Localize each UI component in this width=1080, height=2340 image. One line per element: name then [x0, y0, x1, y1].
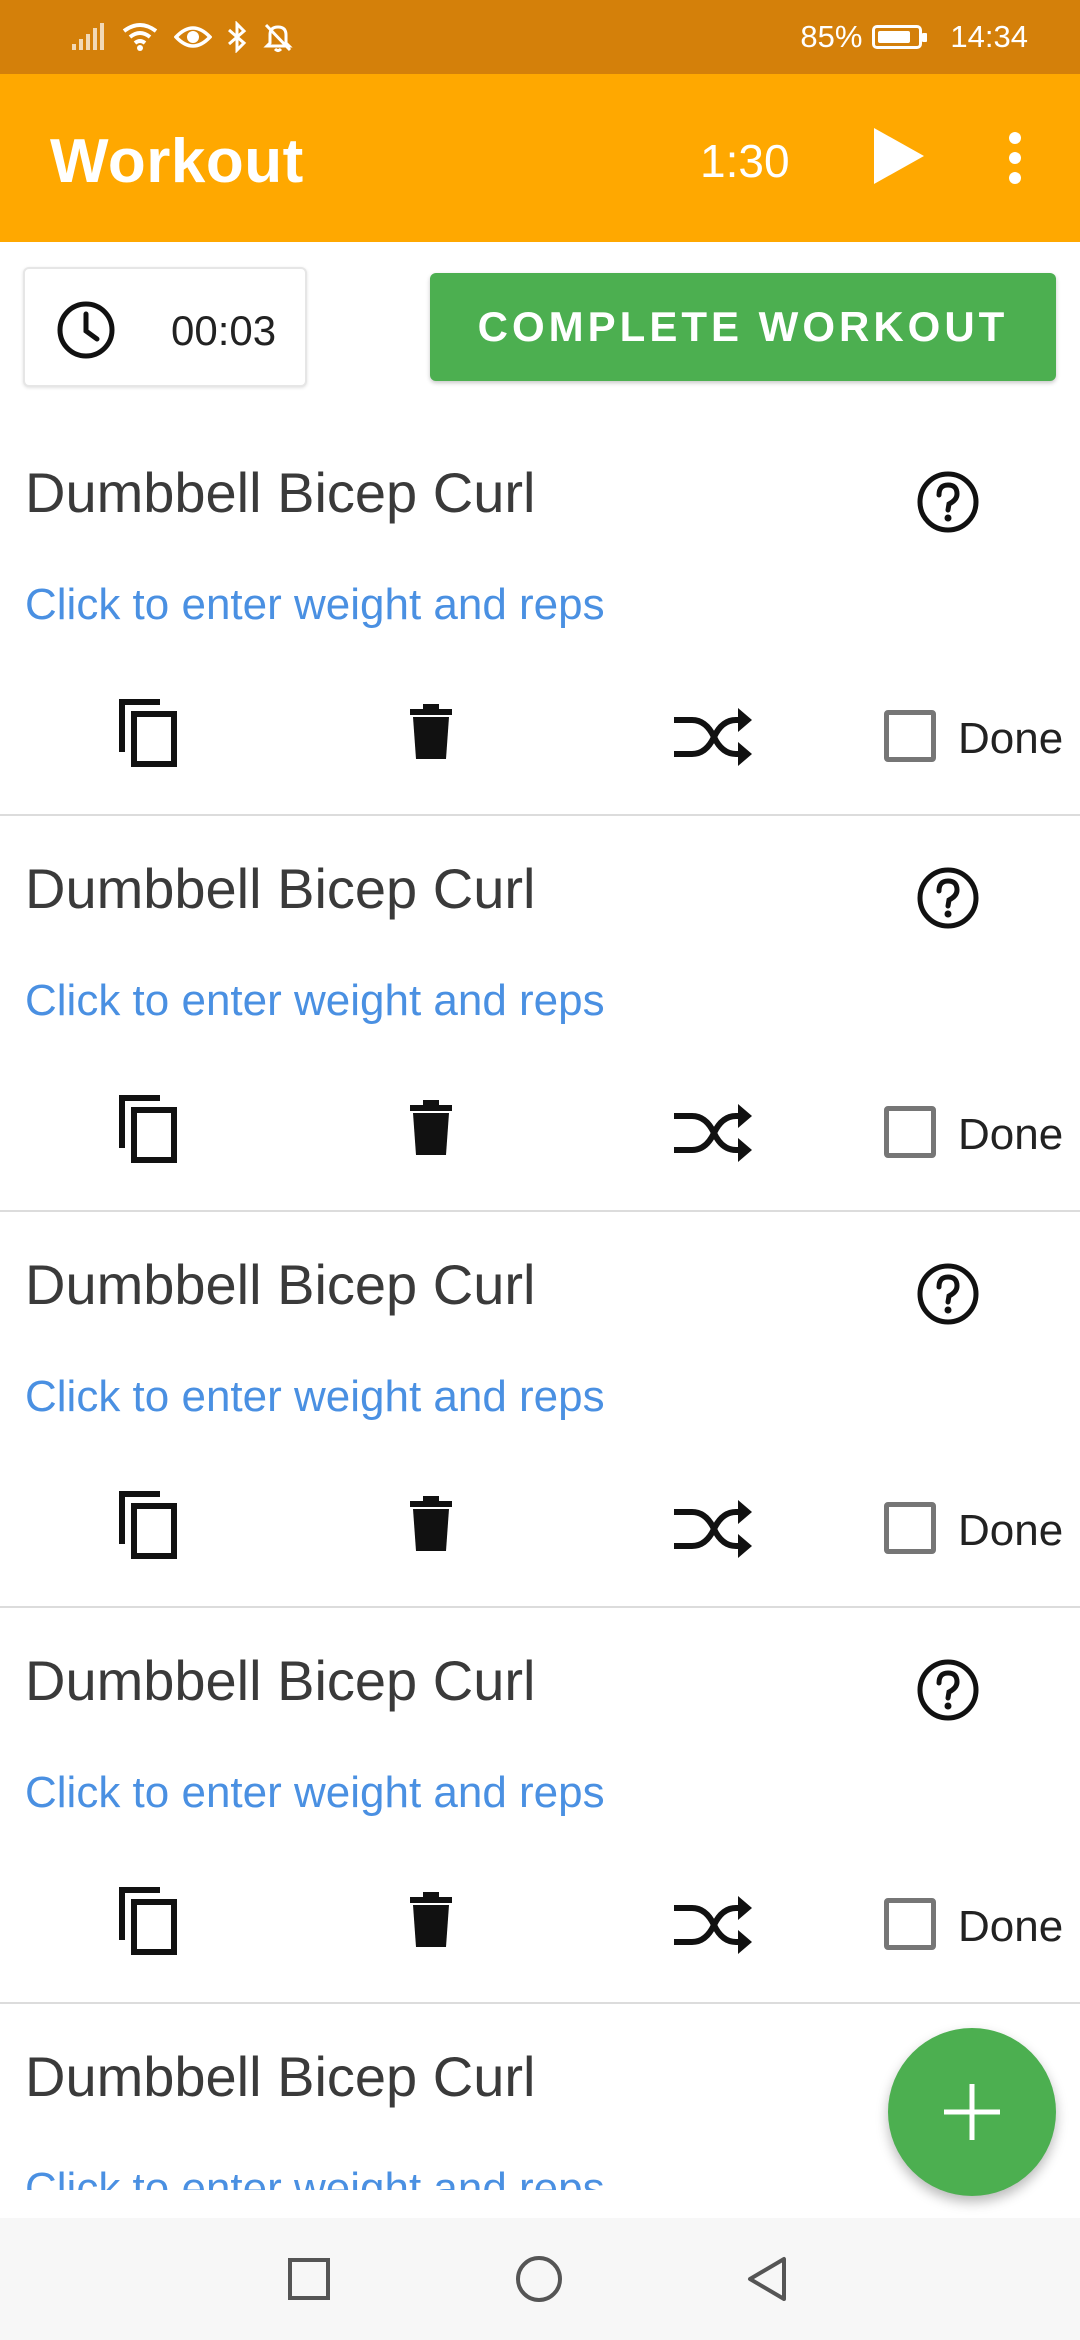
- bluetooth-icon: [228, 21, 247, 53]
- shuffle-icon[interactable]: [672, 706, 754, 768]
- add-icon: [944, 2084, 1000, 2140]
- delete-icon[interactable]: [408, 703, 454, 761]
- app-bar: Workout 1:30: [0, 74, 1080, 242]
- exercise-name[interactable]: Dumbbell Bicep Curl: [25, 1252, 535, 1317]
- exercise-name[interactable]: Dumbbell Bicep Curl: [25, 856, 535, 921]
- bell-off-icon: [263, 23, 293, 52]
- enter-weight-reps-link[interactable]: Click to enter weight and reps: [25, 2164, 605, 2190]
- shuffle-icon[interactable]: [672, 1498, 754, 1560]
- shuffle-icon[interactable]: [672, 1894, 754, 1956]
- more-vert-icon[interactable]: [1000, 130, 1030, 186]
- delete-icon[interactable]: [408, 1891, 454, 1949]
- rest-timer-value[interactable]: 1:30: [700, 134, 790, 188]
- complete-workout-button[interactable]: COMPLETE WORKOUT: [430, 273, 1056, 381]
- status-time: 14:34: [950, 19, 1028, 54]
- help-icon[interactable]: [916, 1658, 980, 1722]
- workout-screen: 85% 14:34 Workout 1:30 00:03 COMPLETE WO…: [0, 0, 1080, 2340]
- copy-icon[interactable]: [118, 1094, 180, 1164]
- home-circle-icon[interactable]: [506, 2246, 572, 2312]
- exercise-name[interactable]: Dumbbell Bicep Curl: [25, 2044, 535, 2109]
- done-label[interactable]: Done: [958, 1902, 1063, 1952]
- stopwatch-chip[interactable]: 00:03: [23, 267, 307, 387]
- recents-square-icon[interactable]: [276, 2246, 342, 2312]
- exercise-card[interactable]: Dumbbell Bicep Curl Click to enter weigh…: [0, 1212, 1080, 1608]
- enter-weight-reps-link[interactable]: Click to enter weight and reps: [25, 976, 605, 1026]
- done-checkbox[interactable]: [884, 1898, 936, 1950]
- copy-icon[interactable]: [118, 1886, 180, 1956]
- help-icon[interactable]: [916, 1262, 980, 1326]
- system-nav-bar: [0, 2218, 1080, 2340]
- done-checkbox[interactable]: [884, 1502, 936, 1554]
- exercise-list[interactable]: Dumbbell Bicep Curl Click to enter weigh…: [0, 420, 1080, 2190]
- exercise-name[interactable]: Dumbbell Bicep Curl: [25, 1648, 535, 1713]
- delete-icon[interactable]: [408, 1099, 454, 1157]
- done-label[interactable]: Done: [958, 1110, 1063, 1160]
- help-icon[interactable]: [916, 470, 980, 534]
- enter-weight-reps-link[interactable]: Click to enter weight and reps: [25, 1768, 605, 1818]
- done-label[interactable]: Done: [958, 714, 1063, 764]
- eye-icon: [174, 26, 212, 48]
- signal-icon: [72, 23, 104, 50]
- help-icon[interactable]: [916, 866, 980, 930]
- exercise-card[interactable]: Dumbbell Bicep Curl Click to enter weigh…: [0, 816, 1080, 1212]
- battery-percent: 85%: [800, 19, 863, 54]
- clock-icon: [57, 301, 115, 359]
- copy-icon[interactable]: [118, 1490, 180, 1560]
- exercise-name[interactable]: Dumbbell Bicep Curl: [25, 460, 535, 525]
- battery-level-fill: [878, 31, 910, 43]
- exercise-card[interactable]: Dumbbell Bicep Curl Click to enter weigh…: [0, 420, 1080, 816]
- add-exercise-button[interactable]: [888, 2028, 1056, 2196]
- exercise-card[interactable]: Dumbbell Bicep Curl Click to enter weigh…: [0, 1608, 1080, 2004]
- enter-weight-reps-link[interactable]: Click to enter weight and reps: [25, 1372, 605, 1422]
- stopwatch-time: 00:03: [171, 307, 277, 354]
- done-checkbox[interactable]: [884, 1106, 936, 1158]
- play-icon[interactable]: [868, 124, 928, 188]
- copy-icon[interactable]: [118, 698, 180, 768]
- shuffle-icon[interactable]: [672, 1102, 754, 1164]
- done-checkbox[interactable]: [884, 710, 936, 762]
- done-label[interactable]: Done: [958, 1506, 1063, 1556]
- status-bar: 85% 14:34: [0, 0, 1080, 74]
- wifi-icon: [122, 23, 158, 51]
- back-triangle-icon[interactable]: [736, 2246, 802, 2312]
- delete-icon[interactable]: [408, 1495, 454, 1553]
- battery-icon: [872, 25, 928, 49]
- status-icons: [70, 14, 294, 60]
- page-title: Workout: [50, 127, 304, 196]
- status-right: 85% 14:34: [800, 0, 1028, 74]
- enter-weight-reps-link[interactable]: Click to enter weight and reps: [25, 580, 605, 630]
